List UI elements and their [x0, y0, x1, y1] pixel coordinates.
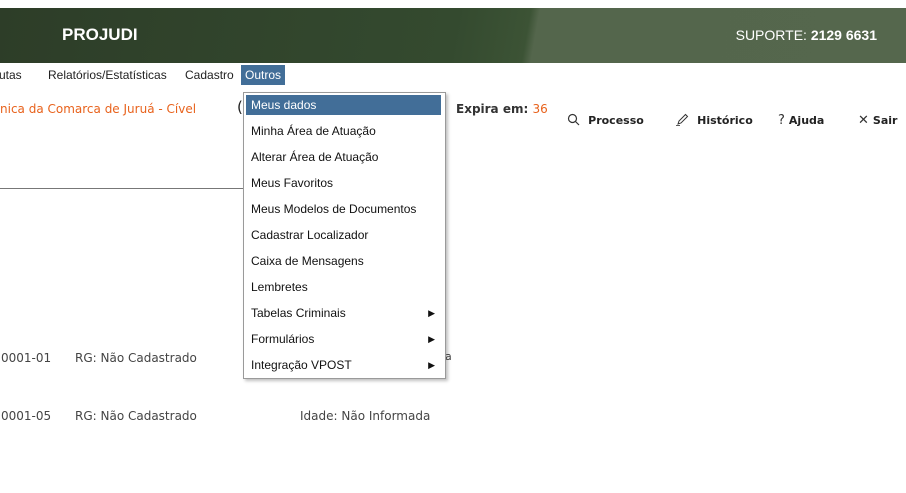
support-number: 2129 6631 [810, 27, 877, 43]
session-expiry: Expira em: 36 [456, 102, 548, 116]
menu-formularios-label: Formulários [251, 332, 315, 346]
menu-item-relatorios[interactable]: Relatórios/Estatísticas [48, 68, 167, 82]
ajuda-label: Ajuda [788, 114, 825, 127]
main-menubar: utas Relatórios/Estatísticas Cadastro Ou… [0, 63, 906, 87]
menu-cadastrar-localizador[interactable]: Cadastrar Localizador [246, 225, 441, 245]
search-icon [567, 113, 584, 128]
court-extra: ( [237, 98, 243, 116]
menu-minha-area-atuacao[interactable]: Minha Área de Atuação [246, 121, 441, 141]
sair-link[interactable]: ✕ Sair [858, 113, 897, 128]
menu-integracao-vpost-label: Integração VPOST [251, 358, 352, 372]
menu-formularios[interactable]: Formulários ▶ [246, 329, 441, 349]
sair-label: Sair [872, 114, 898, 127]
menu-alterar-area-atuacao[interactable]: Alterar Área de Atuação [246, 147, 441, 167]
menu-item-outros[interactable]: Outros [241, 65, 286, 85]
menu-lembretes[interactable]: Lembretes [246, 277, 441, 297]
processo-label: Processo [588, 114, 644, 127]
historico-label: Histórico [697, 114, 753, 127]
menu-meus-favoritos[interactable]: Meus Favoritos [246, 173, 441, 193]
question-icon: ? [778, 113, 785, 128]
support-info: SUPORTE: 2129 6631 [736, 27, 877, 43]
party-idade: Idade: Não Informada [300, 409, 431, 423]
submenu-arrow-icon: ▶ [428, 360, 435, 370]
processo-link[interactable]: Processo [567, 113, 644, 128]
expiry-value: 36 [532, 102, 548, 116]
close-icon: ✕ [858, 113, 869, 128]
support-label: SUPORTE: [735, 27, 807, 43]
pencil-icon [676, 113, 693, 128]
party-idade: a [445, 350, 452, 363]
party-rg: RG: Não Cadastrado [75, 351, 197, 365]
app-header: PROJUDI SUPORTE: 2129 6631 [0, 8, 906, 63]
party-id: 0001-05 [1, 409, 52, 423]
party-id: 0001-01 [1, 351, 52, 365]
menu-meus-modelos-documentos[interactable]: Meus Modelos de Documentos [246, 199, 441, 219]
brand-logo[interactable]: PROJUDI [62, 25, 138, 45]
submenu-arrow-icon: ▶ [428, 334, 435, 344]
menu-integracao-vpost[interactable]: Integração VPOST ▶ [246, 355, 441, 375]
expiry-label: Expira em: [456, 102, 529, 116]
menu-meus-dados[interactable]: Meus dados [246, 95, 441, 115]
menu-tabelas-criminais-label: Tabelas Criminais [251, 306, 346, 320]
menu-item-cadastro[interactable]: Cadastro [185, 68, 234, 82]
court-name: nica da Comarca de Juruá - Cível [0, 102, 197, 116]
historico-link[interactable]: Histórico [676, 113, 753, 128]
divider [0, 188, 245, 189]
menu-tabelas-criminais[interactable]: Tabelas Criminais ▶ [246, 303, 441, 323]
outros-dropdown-menu: Meus dados Minha Área de Atuação Alterar… [243, 92, 446, 379]
party-rg: RG: Não Cadastrado [75, 409, 197, 423]
ajuda-link[interactable]: ? Ajuda [778, 113, 824, 128]
submenu-arrow-icon: ▶ [428, 308, 435, 318]
menu-caixa-mensagens[interactable]: Caixa de Mensagens [246, 251, 441, 271]
menu-item-pautas[interactable]: utas [0, 68, 22, 82]
